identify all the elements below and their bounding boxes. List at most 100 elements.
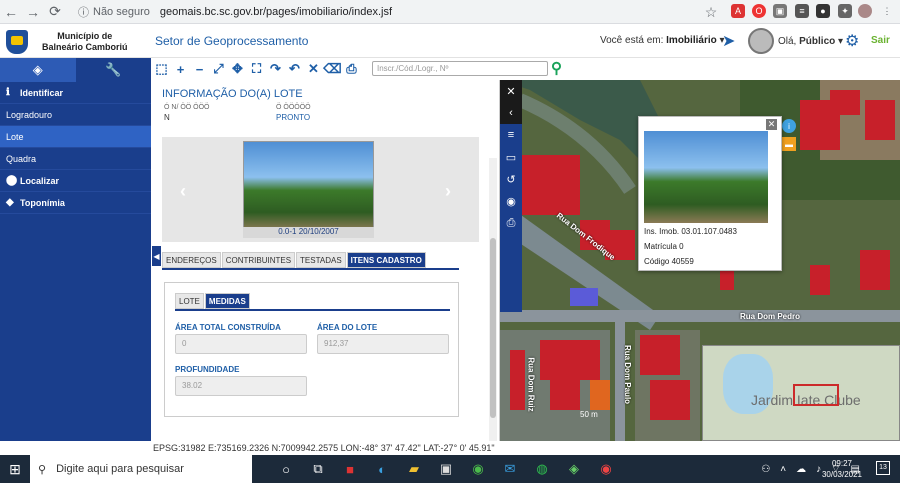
whatsapp-icon[interactable]: ◍ xyxy=(526,455,558,483)
taskbar-search[interactable]: ⚲ Digite aqui para pesquisar xyxy=(30,455,252,483)
tab-itens-cadastro[interactable]: ITENS CADASTRO xyxy=(346,252,426,268)
extension-icon-2[interactable]: ≡ xyxy=(795,4,809,18)
coordinates-status: EPSG:31982 E:735169.2326 N:7009942.2575 … xyxy=(150,441,900,455)
close-icon[interactable]: ✕ xyxy=(500,80,522,102)
expand-icon[interactable]: ⤢ xyxy=(209,60,228,78)
photo-caption: 0.0-1 20/10/2007 xyxy=(243,227,374,238)
sidebar-item-lote[interactable]: Lote xyxy=(0,126,151,148)
chevron-down-icon: ▾ xyxy=(838,36,844,47)
scrollbar-thumb[interactable] xyxy=(490,238,496,418)
camera-icon[interactable]: ◉ xyxy=(500,190,522,212)
chevron-up-icon[interactable]: ˄ xyxy=(780,464,786,475)
overview-minimap[interactable]: Jardim Iate Clube xyxy=(702,345,900,441)
mail-icon[interactable]: ✉ xyxy=(494,455,526,483)
url-text: geomais.bc.sc.gov.br/pages/imobiliario/i… xyxy=(159,6,393,18)
chrome-active-icon[interactable]: ◉ xyxy=(590,455,622,483)
store-icon[interactable]: ▣ xyxy=(430,455,462,483)
back-arrow-icon[interactable]: ↶ xyxy=(285,60,304,78)
tab-lote[interactable]: LOTE xyxy=(175,293,204,309)
search-input[interactable]: Inscr./Cód./Logr., Nº xyxy=(372,61,548,76)
print-icon[interactable]: ⎙ xyxy=(342,60,361,78)
road-label: Rua Dom Ruiz xyxy=(526,357,536,412)
task-switch-icon[interactable]: ⧉ xyxy=(302,455,334,483)
send-icon[interactable]: ➤ xyxy=(722,31,735,51)
pan-icon[interactable]: ✥ xyxy=(228,60,247,78)
chevron-left-icon[interactable]: ‹ xyxy=(500,102,522,124)
zoom-out-icon[interactable]: − xyxy=(190,60,209,78)
next-photo-icon[interactable]: › xyxy=(445,181,451,202)
menu-icon[interactable]: ⋮ xyxy=(880,4,894,18)
municipality-crest-icon xyxy=(6,29,28,54)
back-icon[interactable]: ← xyxy=(0,1,22,23)
collapse-panel-icon[interactable]: ◀ xyxy=(152,246,161,266)
extension-icon-3[interactable]: ● xyxy=(816,4,830,18)
taskbar-clock[interactable]: 09:27 30/03/2021 xyxy=(820,458,864,480)
address-bar[interactable]: ⓘ Não seguro geomais.bc.sc.gov.br/pages/… xyxy=(78,3,718,21)
tab-medidas[interactable]: MEDIDAS xyxy=(204,293,250,309)
field-b-label: Ö ÖÖÖÖÖ xyxy=(276,104,311,111)
folder-icon[interactable]: ▰ xyxy=(398,455,430,483)
print-map-icon[interactable]: ⎙ xyxy=(500,212,522,234)
forward-arrow-icon[interactable]: ↷ xyxy=(266,60,285,78)
app-icon[interactable]: ■ xyxy=(334,455,366,483)
tab-enderecos[interactable]: ENDEREÇOS xyxy=(162,252,221,268)
forward-icon[interactable]: → xyxy=(22,1,44,23)
sidebar-item-logradouro[interactable]: Logradouro xyxy=(0,104,151,126)
logout-link[interactable]: Sair xyxy=(871,35,890,46)
sidebar-item-identificar[interactable]: ℹ Identificar xyxy=(0,82,151,104)
select-area-icon[interactable]: ⬚ xyxy=(152,60,171,78)
taskbar-apps: ○ ⧉ ■ ◐ ▰ ▣ ◉ ✉ ◍ ◈ ◉ xyxy=(270,455,622,483)
clear-icon[interactable]: ✕ xyxy=(304,60,323,78)
fit-extent-icon[interactable]: ⛶ xyxy=(247,60,266,78)
extension-abp-icon[interactable]: A xyxy=(731,4,745,18)
user-menu[interactable]: Olá, Público ▾ xyxy=(778,36,843,47)
people-icon[interactable]: ⚇ xyxy=(761,464,770,475)
map-tools: ✕ ‹ ≡ ▭ ↺ ◉ ⎙ xyxy=(500,80,522,312)
layers-list-icon[interactable]: ≡ xyxy=(500,124,522,146)
panel-scrollbar[interactable] xyxy=(489,158,497,441)
tag-icon: ◆ xyxy=(6,197,14,208)
minimap-extent-box[interactable] xyxy=(793,384,839,406)
field-b-value: PRONTO xyxy=(276,113,311,122)
profundidade-label: PROFUNDIDADE xyxy=(175,365,240,374)
sidebar-item-localizar[interactable]: ⬤ Localizar xyxy=(0,170,151,192)
zoom-in-icon[interactable]: + xyxy=(171,60,190,78)
profile-icon[interactable] xyxy=(858,4,872,18)
map-toolbar: ⬚ + − ⤢ ✥ ⛶ ↷ ↶ ✕ ⌫ ⎙ Inscr./Cód./Logr.,… xyxy=(152,58,900,80)
app-icon-2[interactable]: ◈ xyxy=(558,455,590,483)
star-icon[interactable]: ☆ xyxy=(700,1,722,23)
extension-opera-icon[interactable]: O xyxy=(752,4,766,18)
lot-photo[interactable] xyxy=(243,141,374,231)
gear-icon[interactable]: ⚙ xyxy=(845,31,859,51)
attention-marker-icon[interactable]: ▬ xyxy=(782,137,796,151)
layers-icon[interactable]: ◈ xyxy=(0,58,76,82)
road-label: Rua Dom Pedro xyxy=(740,312,801,321)
wrench-icon[interactable]: 🔧 xyxy=(76,58,152,82)
avatar[interactable] xyxy=(748,28,774,54)
tab-contribuintes[interactable]: CONTRIBUINTES xyxy=(221,252,296,268)
prev-photo-icon[interactable]: ‹ xyxy=(180,181,186,202)
popup-inscricao: Ins. Imob. 03.01.107.0483 xyxy=(644,227,737,236)
monitor-icon[interactable]: ▭ xyxy=(500,146,522,168)
task-view-icon[interactable]: ○ xyxy=(270,455,302,483)
sidebar-item-quadra[interactable]: Quadra xyxy=(0,148,151,170)
notifications-icon[interactable]: 13 xyxy=(876,461,890,475)
info-marker-icon[interactable]: i xyxy=(782,119,796,133)
chrome-icon[interactable]: ◉ xyxy=(462,455,494,483)
cloud-icon[interactable]: ☁ xyxy=(796,464,806,475)
close-icon[interactable]: ✕ xyxy=(766,119,777,130)
search-icon[interactable]: ⚲ xyxy=(551,59,562,77)
sector-title: Setor de Geoprocessamento xyxy=(155,34,309,48)
tab-testadas[interactable]: TESTADAS xyxy=(296,252,346,268)
info-tabs: ENDEREÇOS CONTRIBUINTES TESTADAS ITENS C… xyxy=(162,252,427,268)
history-icon[interactable]: ↺ xyxy=(500,168,522,190)
puzzle-icon[interactable]: ✦ xyxy=(838,4,852,18)
edge-icon[interactable]: ◐ xyxy=(366,455,398,483)
reload-icon[interactable]: ⟳ xyxy=(44,1,66,23)
sidebar: ◈ 🔧 ℹ Identificar Logradouro Lote Quadra… xyxy=(0,58,151,441)
sidebar-item-toponimia[interactable]: ◆ Toponímia xyxy=(0,192,151,214)
location-indicator[interactable]: Você está em: Imobiliário ▾ xyxy=(600,35,725,46)
windows-start-icon[interactable]: ⊞ xyxy=(0,461,30,478)
extension-icon[interactable]: ▣ xyxy=(773,4,787,18)
eraser-icon[interactable]: ⌫ xyxy=(323,60,342,78)
